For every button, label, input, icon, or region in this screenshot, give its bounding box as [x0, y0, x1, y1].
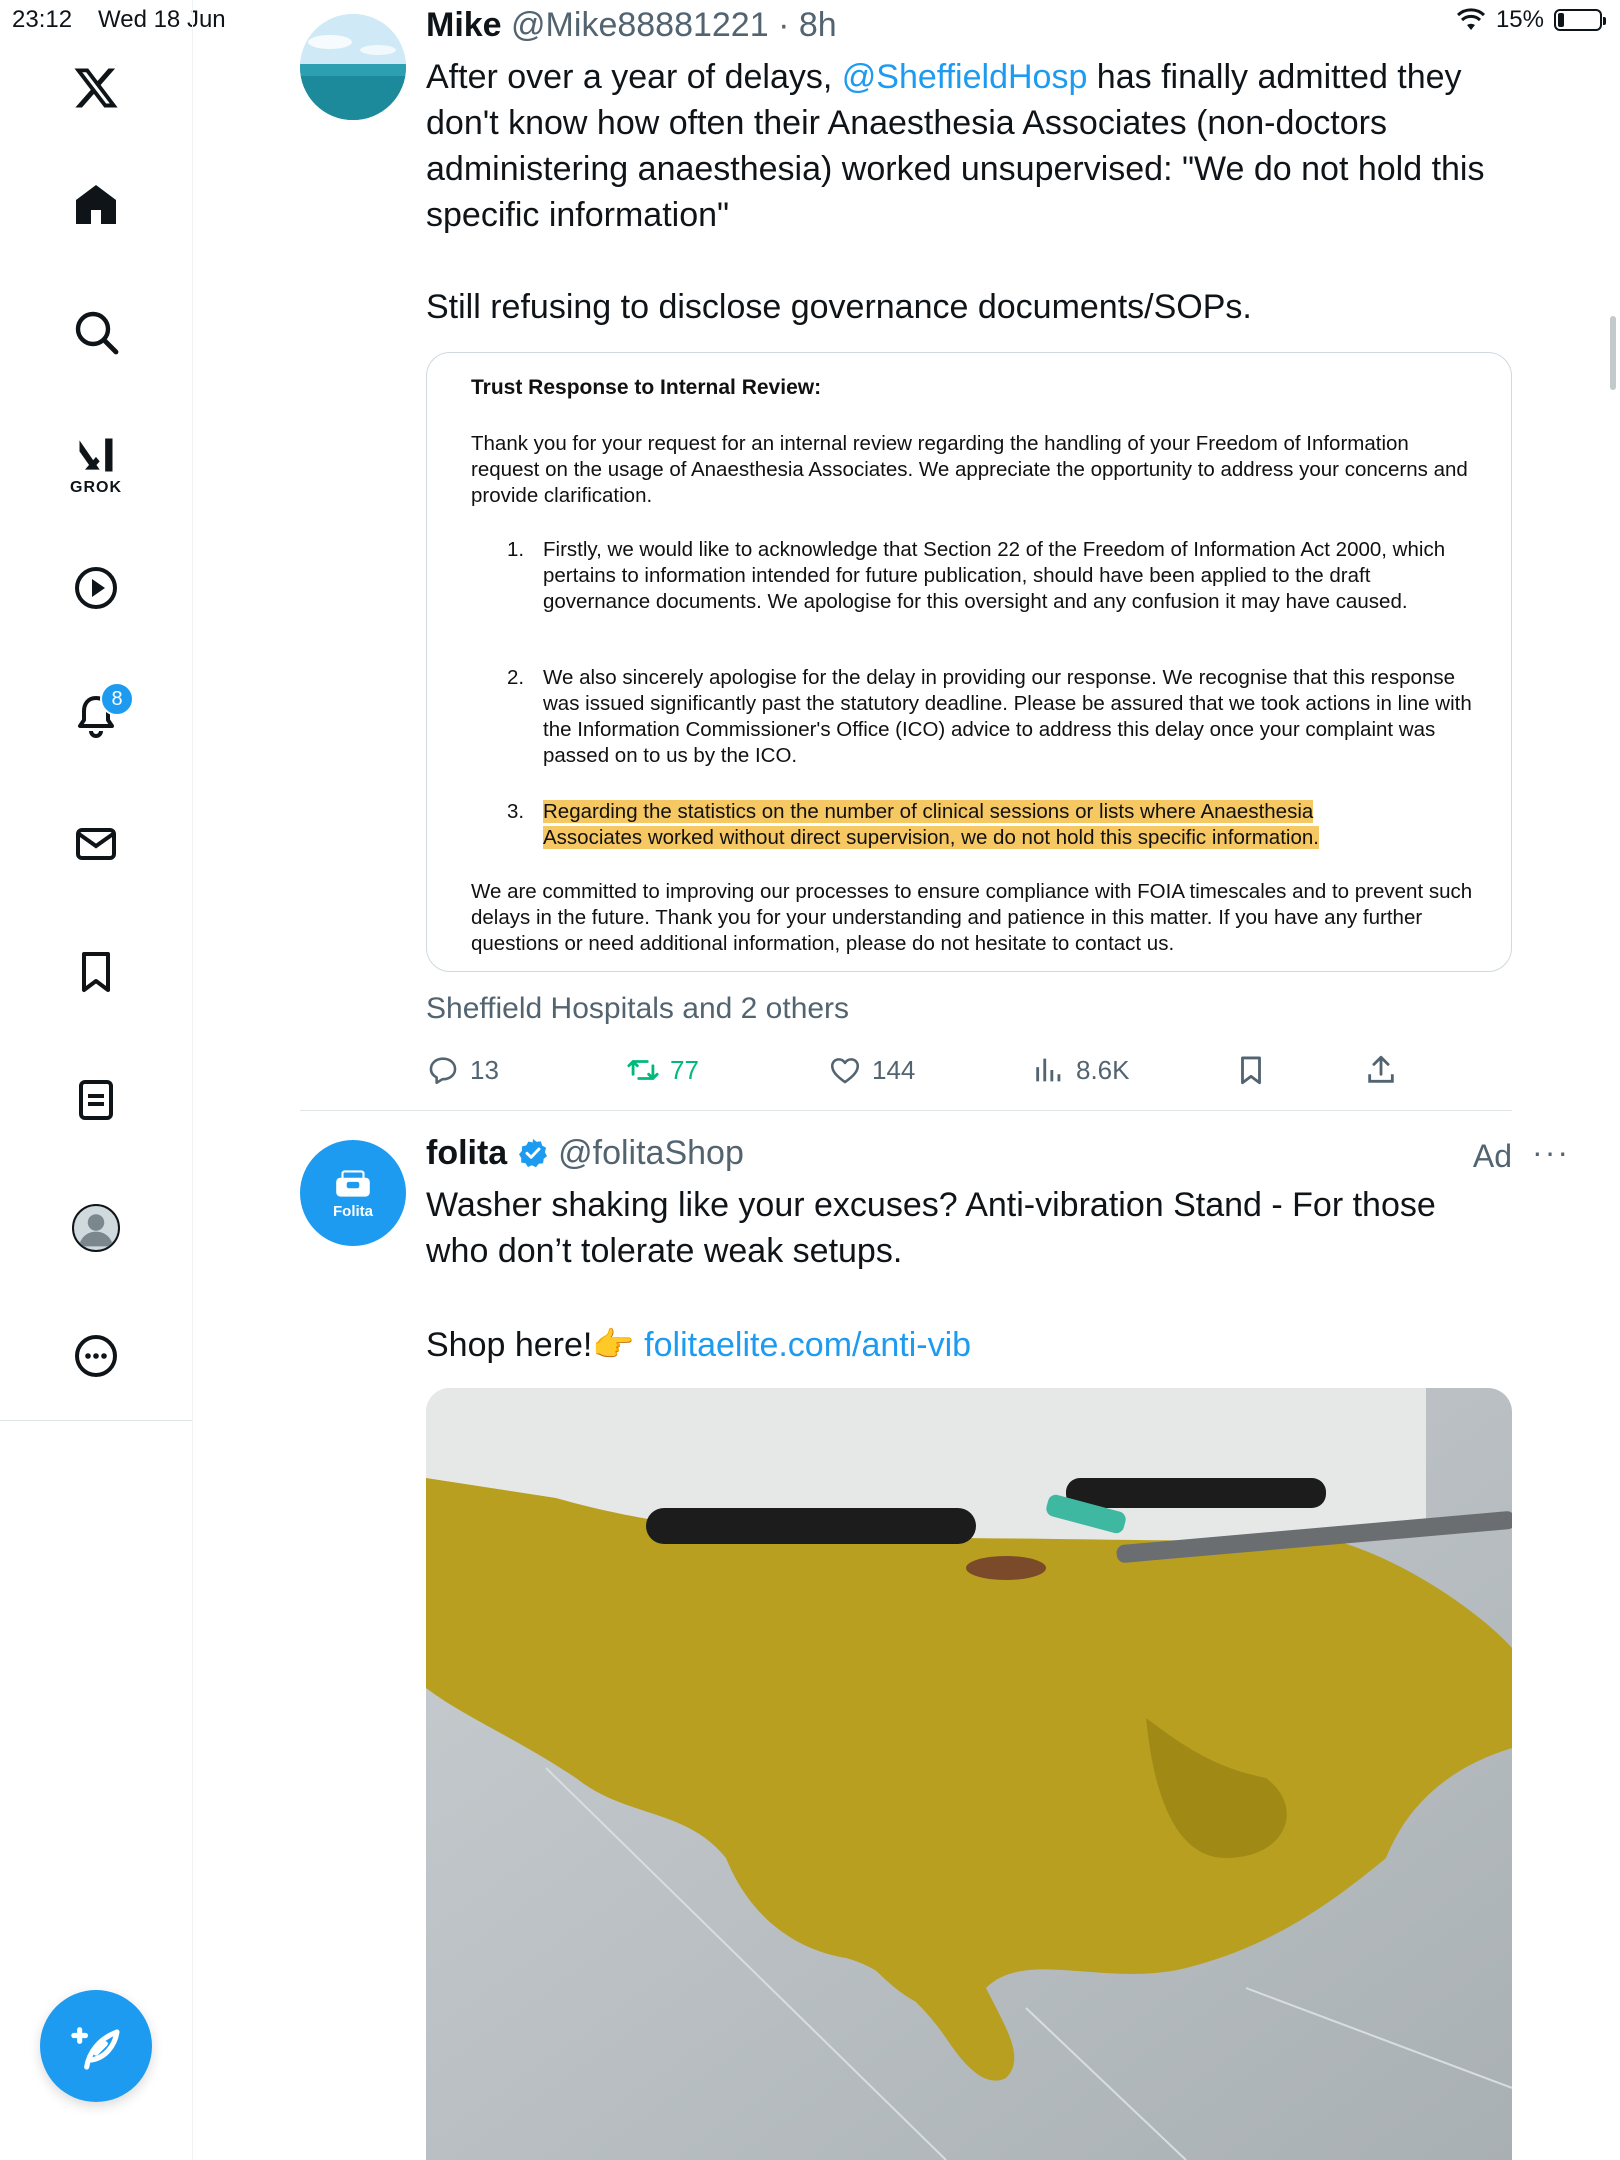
document-item-text: Firstly, we would like to acknowledge th…	[543, 538, 1446, 613]
tweet-time[interactable]: 8h	[799, 6, 837, 44]
views-button[interactable]: 8.6K	[1032, 1048, 1130, 1092]
verified-badge-icon	[518, 1139, 547, 1168]
repost-count: 77	[670, 1054, 699, 1085]
social-context[interactable]: Sheffield Hospitals and 2 others	[426, 992, 849, 1026]
advertiser-name[interactable]: folita	[426, 1134, 507, 1172]
video-frame	[426, 1388, 1512, 2160]
battery-percent: 15%	[1495, 6, 1544, 33]
header-separator: ·	[778, 6, 790, 44]
sidebar-item-bookmarks[interactable]	[56, 932, 136, 1012]
wifi-icon	[1456, 8, 1485, 30]
status-indicators: 15%	[1456, 6, 1606, 34]
reply-button[interactable]: 13	[426, 1048, 499, 1092]
advertiser-handle[interactable]: @folitaShop	[558, 1134, 744, 1172]
ad-text: Washer shaking like your excuses? Anti-v…	[426, 1186, 1436, 1270]
sidebar-item-more[interactable]	[56, 1316, 136, 1396]
sidebar: GROK 8	[0, 0, 193, 2160]
heart-icon	[830, 1058, 860, 1084]
home-icon	[76, 185, 116, 224]
sidebar-divider	[0, 1420, 192, 1421]
tweet-divider	[300, 1110, 1512, 1111]
grok-label: GROK	[70, 479, 122, 496]
document-image[interactable]: Trust Response to Internal Review: Thank…	[426, 352, 1512, 972]
document-title: Trust Response to Internal Review:	[471, 376, 822, 399]
document-item-highlighted: Regarding the statistics on the number o…	[543, 799, 1403, 851]
grok-icon	[79, 438, 113, 472]
sidebar-item-home[interactable]	[56, 164, 136, 244]
document-intro: Thank you for your request for an intern…	[471, 432, 1468, 507]
highlighted-text: Regarding the statistics on the number o…	[543, 800, 1319, 849]
more-circle-icon	[75, 1335, 117, 1377]
ad-link[interactable]: folitaelite.com/anti-vib	[644, 1326, 971, 1364]
bookmark-icon	[1241, 1056, 1261, 1085]
sidebar-item-messages[interactable]	[56, 804, 136, 884]
tweet-header: Mike @Mike88881221 · 8h	[426, 6, 837, 45]
share-icon	[1368, 1055, 1394, 1083]
document-item-text: We also sincerely apologise for the dela…	[543, 666, 1472, 767]
author-name[interactable]: Mike	[426, 6, 502, 44]
more-options-icon[interactable]: ···	[1532, 1134, 1570, 1171]
sidebar-item-profile[interactable]	[56, 1188, 136, 1268]
ad-header: folita @folitaShop	[426, 1134, 744, 1173]
bookmark-icon	[82, 952, 110, 992]
play-icon	[75, 567, 117, 609]
tweet-body: After over a year of delays, @SheffieldH…	[426, 54, 1516, 238]
like-count: 144	[872, 1054, 916, 1085]
bookmark-button[interactable]	[1234, 1048, 1268, 1092]
shop-text: Shop here!	[426, 1326, 593, 1364]
search-icon	[75, 311, 119, 355]
tweet-text-start: After over a year of delays,	[426, 58, 842, 96]
advertiser-avatar[interactable]: Folita	[300, 1140, 406, 1246]
list-icon	[79, 1080, 113, 1120]
sidebar-item-videos[interactable]	[56, 548, 136, 628]
author-avatar[interactable]	[300, 14, 406, 120]
repost-icon	[627, 1060, 659, 1080]
battery-icon	[1554, 9, 1606, 31]
reply-icon	[429, 1057, 457, 1085]
sidebar-item-grok[interactable]: GROK	[56, 420, 136, 510]
sidebar-item-notifications[interactable]: 8	[56, 676, 136, 756]
folita-logo-icon	[336, 1169, 370, 1197]
mail-icon	[76, 828, 116, 860]
like-button[interactable]: 144	[828, 1048, 915, 1092]
repost-button[interactable]: 77	[626, 1048, 699, 1092]
mention-link[interactable]: @SheffieldHosp	[842, 58, 1088, 96]
author-handle[interactable]: @Mike88881221	[511, 6, 769, 44]
x-logo-icon[interactable]	[56, 48, 136, 128]
document-item-number: 3.	[507, 800, 525, 823]
profile-avatar	[72, 1204, 120, 1252]
share-button[interactable]	[1364, 1048, 1398, 1092]
document-closing: We are committed to improving our proces…	[471, 880, 1473, 955]
views-chart-icon	[1036, 1058, 1061, 1082]
compose-feather-icon	[71, 2027, 120, 2070]
view-count: 8.6K	[1076, 1054, 1130, 1085]
avatar-brand-text: Folita	[333, 1202, 373, 1220]
scrollbar-thumb[interactable]	[1610, 316, 1616, 390]
document-item-number: 2.	[507, 666, 525, 689]
ad-shop-line: Shop here!👉 folitaelite.com/anti-vib	[426, 1322, 971, 1368]
ad-label: Ad	[1472, 1138, 1512, 1174]
notification-badge: 8	[100, 682, 134, 716]
sidebar-item-lists[interactable]	[56, 1060, 136, 1140]
reply-count: 13	[470, 1054, 499, 1085]
compose-button[interactable]	[40, 1990, 152, 2102]
document-item-number: 1.	[507, 538, 525, 561]
ad-video[interactable]	[426, 1388, 1512, 2160]
pointing-hand-icon: 👉	[592, 1326, 635, 1364]
tweet-second-paragraph: Still refusing to disclose governance do…	[426, 288, 1252, 326]
sidebar-item-explore[interactable]	[56, 292, 136, 372]
